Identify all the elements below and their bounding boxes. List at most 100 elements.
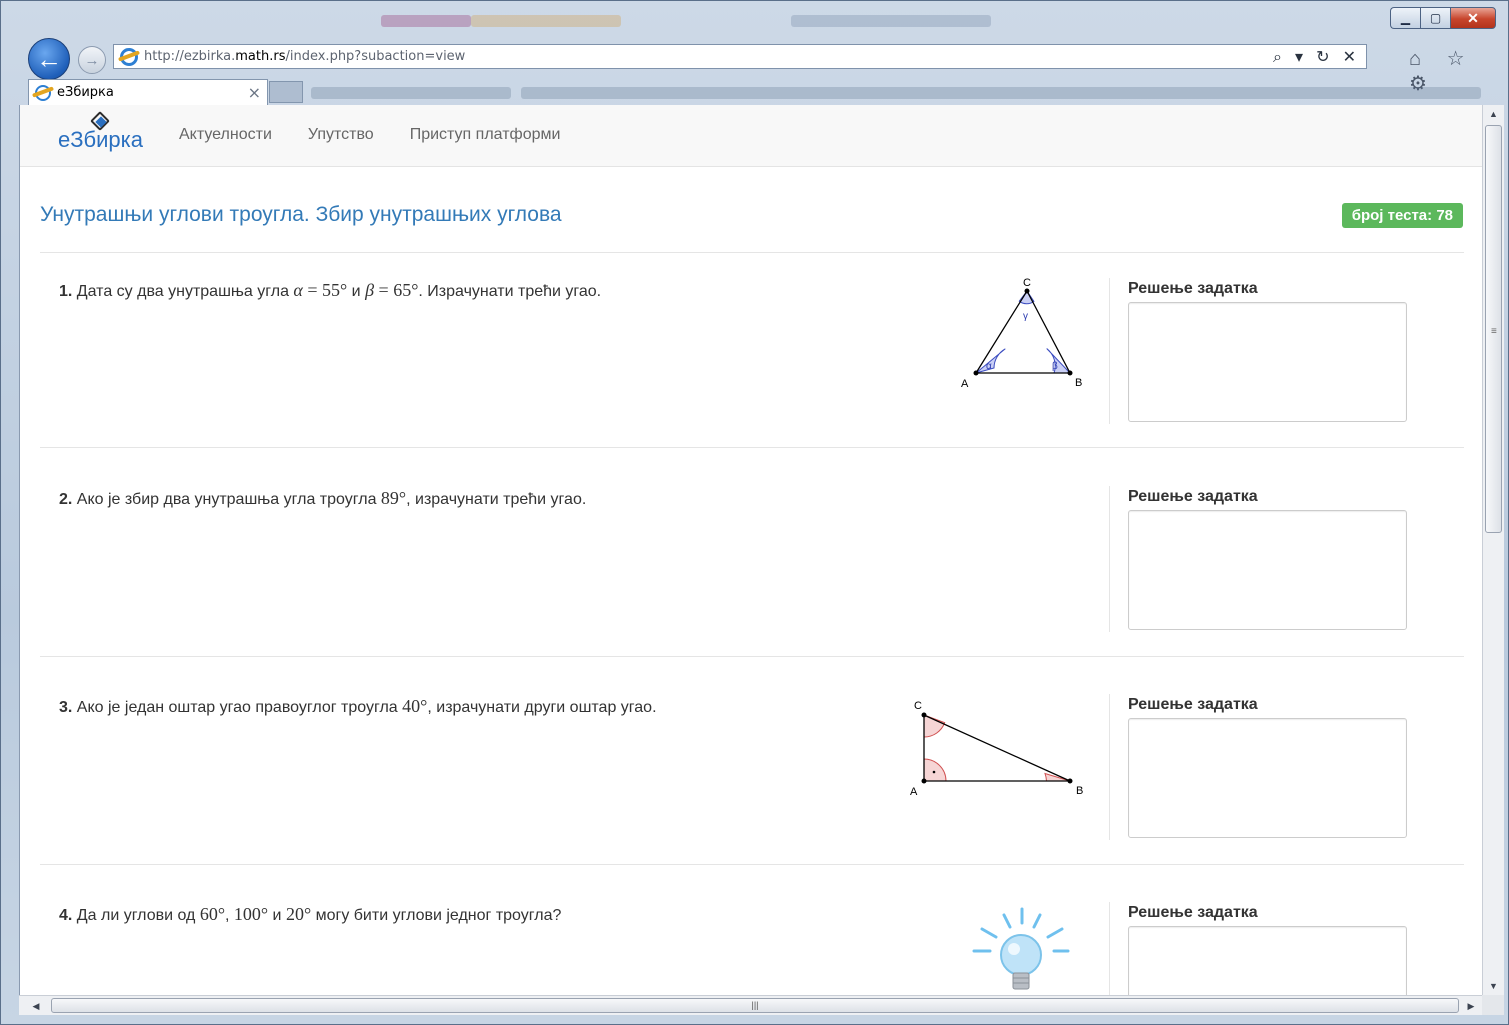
browser-window: ▁ ▢ ✕ ← → http://ezbirka. math.rs/index.p… [0,0,1509,1025]
task-number: 3. [59,699,73,716]
title-bar-blur [791,15,991,27]
vertex-c-label: C [914,700,922,712]
page-title: Унутрашњи углови троугла. Збир унутрашњи… [40,203,562,226]
vertical-divider [1109,486,1110,632]
address-bar[interactable]: http://ezbirka. math.rs/index.php?subacti… [113,44,1367,69]
forward-button[interactable]: → [78,46,106,74]
horizontal-scrollbar[interactable]: ◀ ||| ▶ [19,995,1482,1015]
divider [40,656,1464,657]
new-tab-button[interactable] [269,81,303,103]
ie-page-icon [120,47,138,66]
site-nav-links: Актуелности Упутство Приступ платформи [179,126,560,144]
math-value: 55° [322,280,348,300]
test-number-badge: број теста: 78 [1341,203,1463,228]
solution-label: Решење задатка [1128,696,1258,713]
solution-input-task-4[interactable] [1128,926,1407,995]
tab-bar-blur [311,87,511,99]
task-2-text: 2. Ако је збир два унутрашња угла троугл… [59,488,586,509]
solution-input-task-2[interactable] [1128,510,1407,630]
vertical-scrollbar[interactable]: ▲ ≡ ▼ [1482,105,1504,995]
vertical-divider [1109,694,1110,840]
math-operator: = [302,280,323,300]
site-logo[interactable]: еЗбирка [58,111,143,152]
close-window-button[interactable]: ✕ [1450,7,1496,29]
solution-input-task-3[interactable] [1128,718,1407,838]
nav-link-platform-access[interactable]: Приступ платформи [410,126,561,144]
navigation-bar: ← → http://ezbirka. math.rs/index.php?sub… [1,37,1508,95]
math-value: 60° [199,904,226,924]
solution-label: Решење задатка [1128,488,1258,505]
page-viewport: еЗбирка Актуелности Упутство Приступ пла… [19,105,1482,995]
address-tools-icons[interactable]: ⌕ ▾ ↻ ✕ [1273,47,1360,67]
vertex-b-label: B [1075,377,1082,389]
window-controls: ▁ ▢ ✕ [1390,7,1496,29]
divider [40,864,1464,865]
minimize-button[interactable]: ▁ [1390,7,1420,29]
nav-link-news[interactable]: Актуелности [179,126,272,144]
vertical-divider [1109,278,1110,424]
task-3-text: 3. Ако је један оштар угао правоуглог тр… [59,696,657,717]
scroll-right-icon[interactable]: ▶ [1462,996,1480,1016]
vertical-divider [1109,902,1110,995]
url-prefix: http://ezbirka. [144,49,236,64]
tab-close-icon[interactable]: × [248,83,261,102]
task-number: 4. [59,907,73,924]
title-bar-blur [381,15,471,27]
alpha-label: α [986,361,992,372]
task-number: 2. [59,491,73,508]
task-1-text: 1. Дата су два унутрашња угла α = 55° и … [59,280,601,301]
task-text-part: , израчунати други оштар угао. [427,699,657,716]
scroll-up-icon[interactable]: ▲ [1483,105,1504,123]
scroll-left-icon[interactable]: ◀ [27,996,45,1016]
vertex-c-point [1024,288,1030,294]
site-navbar: еЗбирка Актуелности Упутство Приступ пла… [20,105,1482,167]
math-symbol: α [293,280,303,300]
vertical-scroll-thumb[interactable]: ≡ [1485,125,1502,533]
back-button[interactable]: ← [28,38,70,80]
browser-tab-ezbirka[interactable]: еЗбирка × [28,79,268,105]
gamma-label: γ [1023,311,1028,322]
solution-label: Решење задатка [1128,280,1258,297]
vertex-a-point [973,370,979,376]
divider [40,252,1464,253]
url-host: math.rs [235,49,286,64]
solution-input-task-1[interactable] [1128,302,1407,422]
diamond-logo-icon [89,111,110,131]
vertex-b-point [1067,370,1073,376]
math-value: 20° [285,904,312,924]
lightbulb-hint-icon[interactable] [970,905,1070,995]
right-angle-arc [923,758,947,782]
angle-c-arc [923,714,946,738]
math-value: 65° [393,280,419,300]
vertex-c-label: C [1023,277,1031,289]
math-value: 40° [402,696,428,716]
math-value: 100° [233,904,269,924]
task-text-part: Дата су два унутрашња угла [76,283,294,300]
vertex-b-label: B [1076,785,1083,797]
nav-link-guide[interactable]: Упутство [308,126,374,144]
beta-label: β [1052,361,1058,372]
task-text-part: Ако је збир два унутрашња угла троугла [76,491,381,508]
right-triangle-figure: C A B [910,700,1083,798]
task-text-part: . Израчунати трећи угао. [418,283,602,300]
vertex-a-point [921,778,927,784]
task-text-part: , [225,907,234,924]
maximize-button[interactable]: ▢ [1420,7,1450,29]
url-path: /index.php?subaction=view [285,49,466,64]
scroll-down-icon[interactable]: ▼ [1483,977,1504,995]
vertex-a-label: A [910,786,918,798]
tab-title: еЗбирка [57,85,114,100]
title-bar-blur [471,15,621,27]
solution-label: Решење задатка [1128,904,1258,921]
right-angle-dot [932,770,936,774]
task-text-part: могу бити углови једног троугла? [311,907,562,924]
tab-bar-blur [521,87,1481,99]
logo-text: еЗбирка [58,127,143,152]
arrow-right-icon: → [84,51,100,69]
vertex-a-label: A [961,378,969,390]
horizontal-scroll-thumb[interactable]: ||| [51,998,1459,1013]
vertex-b-point [1067,778,1073,784]
arrow-left-icon: ← [36,43,62,74]
math-value: 89° [380,488,407,508]
triangle-angles-figure: A B C α β γ [961,277,1082,390]
